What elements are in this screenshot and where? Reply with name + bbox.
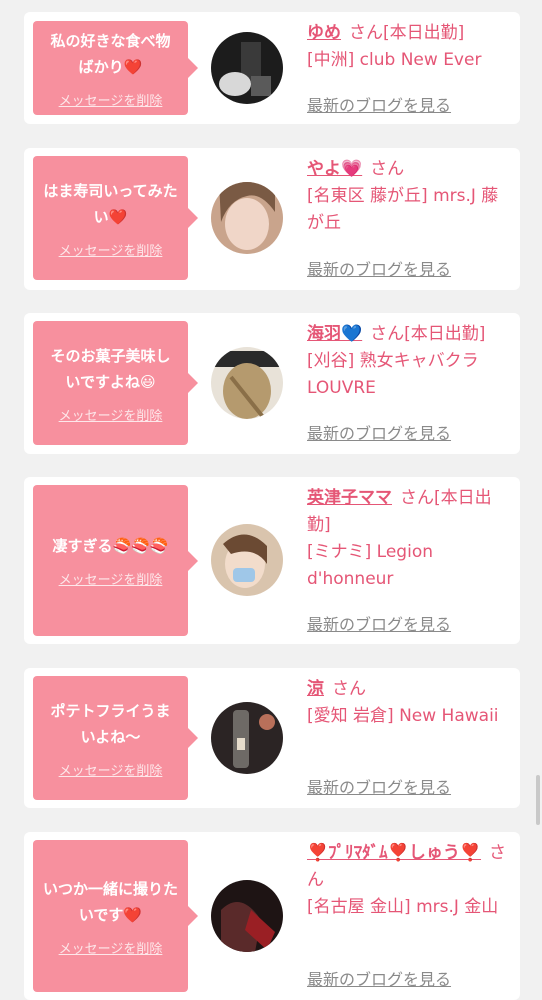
- avatar[interactable]: [211, 32, 283, 104]
- cast-info: 英津子ママ さん[本日出勤] [ミナミ] Legion d'honneur: [307, 485, 512, 593]
- delete-message-link[interactable]: メッセージを削除: [59, 90, 163, 109]
- cast-info: ゆめ さん[本日出勤] [中洲] club New Ever: [307, 20, 512, 74]
- delete-message-link[interactable]: メッセージを削除: [59, 405, 163, 424]
- shop-location: [名東区 藤が丘] mrs.J 藤が丘: [307, 186, 499, 233]
- latest-blog-link[interactable]: 最新のブログを見る: [307, 420, 451, 444]
- cast-name-link[interactable]: 英津子ママ: [307, 488, 392, 508]
- message-card: いつか一緒に撮りたいです❤️ メッセージを削除 ❣️ﾌﾟﾘﾏﾀﾞﾑ❣️しゅう❣️…: [24, 832, 520, 1000]
- message-card: ポテトフライうまいよね〜 メッセージを削除 涼さん [愛知 岩倉] New Ha…: [24, 668, 520, 808]
- avatar[interactable]: [211, 880, 283, 952]
- message-text: 凄すぎる🍣🍣🍣: [52, 537, 169, 555]
- cast-info: ❣️ﾌﾟﾘﾏﾀﾞﾑ❣️しゅう❣️ さん [名古屋 金山] mrs.J 金山: [307, 840, 512, 921]
- message-card: はま寿司いってみたい❤️ メッセージを削除 やよ💗 さん [名東区 藤が丘] mr…: [24, 148, 520, 290]
- message-bubble: いつか一緒に撮りたいです❤️ メッセージを削除: [33, 840, 188, 992]
- delete-message-link[interactable]: メッセージを削除: [59, 760, 163, 779]
- cast-name-link[interactable]: 涼: [307, 679, 324, 699]
- message-text: 私の好きな食べ物ばかり❤️: [50, 31, 171, 76]
- message-bubble: ポテトフライうまいよね〜 メッセージを削除: [33, 676, 188, 800]
- message-card: 凄すぎる🍣🍣🍣 メッセージを削除 英津子ママ さん[本日出勤] [ミナミ] Leg…: [24, 477, 520, 644]
- shop-location: [中洲] club New Ever: [307, 50, 482, 70]
- shop-location: [名古屋 金山] mrs.J 金山: [307, 897, 499, 917]
- message-bubble: 凄すぎる🍣🍣🍣 メッセージを削除: [33, 485, 188, 636]
- message-text: そのお菓子美味しいですよね😃: [50, 346, 171, 391]
- avatar[interactable]: [211, 524, 283, 596]
- avatar[interactable]: [211, 702, 283, 774]
- message-bubble: 私の好きな食べ物ばかり❤️ メッセージを削除: [33, 21, 188, 115]
- name-suffix: さん: [332, 679, 366, 699]
- cast-info: 涼さん [愛知 岩倉] New Hawaii: [307, 676, 512, 730]
- avatar[interactable]: [211, 182, 283, 254]
- shop-location: [愛知 岩倉] New Hawaii: [307, 706, 499, 726]
- message-card: そのお菓子美味しいですよね😃 メッセージを削除 海羽💙 さん[本日出勤] [刈谷]…: [24, 313, 520, 454]
- latest-blog-link[interactable]: 最新のブログを見る: [307, 92, 451, 116]
- cast-name-link[interactable]: ❣️ﾌﾟﾘﾏﾀﾞﾑ❣️しゅう❣️: [307, 843, 481, 863]
- delete-message-link[interactable]: メッセージを削除: [59, 569, 163, 588]
- cast-info: 海羽💙 さん[本日出勤] [刈谷] 熟女キャバクラ LOUVRE: [307, 321, 512, 402]
- name-suffix: さん: [370, 159, 405, 179]
- latest-blog-link[interactable]: 最新のブログを見る: [307, 774, 451, 798]
- name-suffix: さん[本日出勤]: [370, 324, 486, 344]
- message-text: いつか一緒に撮りたいです❤️: [43, 879, 179, 924]
- latest-blog-link[interactable]: 最新のブログを見る: [307, 256, 451, 280]
- delete-message-link[interactable]: メッセージを削除: [59, 240, 163, 259]
- message-bubble: そのお菓子美味しいですよね😃 メッセージを削除: [33, 321, 188, 445]
- delete-message-link[interactable]: メッセージを削除: [59, 938, 163, 957]
- latest-blog-link[interactable]: 最新のブログを見る: [307, 966, 451, 990]
- cast-name-link[interactable]: ゆめ: [307, 23, 341, 43]
- message-card: 私の好きな食べ物ばかり❤️ メッセージを削除 ゆめ さん[本日出勤] [中洲] c…: [24, 12, 520, 124]
- avatar[interactable]: [211, 347, 283, 419]
- shop-location: [ミナミ] Legion d'honneur: [307, 542, 433, 589]
- cast-info: やよ💗 さん [名東区 藤が丘] mrs.J 藤が丘: [307, 156, 512, 237]
- message-text: はま寿司いってみたい❤️: [43, 181, 178, 226]
- message-bubble: はま寿司いってみたい❤️ メッセージを削除: [33, 156, 188, 280]
- shop-location: [刈谷] 熟女キャバクラ LOUVRE: [307, 351, 479, 398]
- scrollbar[interactable]: [536, 775, 540, 825]
- name-suffix: さん[本日出勤]: [349, 23, 465, 43]
- cast-name-link[interactable]: やよ💗: [307, 159, 362, 179]
- cast-name-link[interactable]: 海羽💙: [307, 324, 362, 344]
- message-text: ポテトフライうまいよね〜: [50, 701, 171, 746]
- latest-blog-link[interactable]: 最新のブログを見る: [307, 611, 451, 635]
